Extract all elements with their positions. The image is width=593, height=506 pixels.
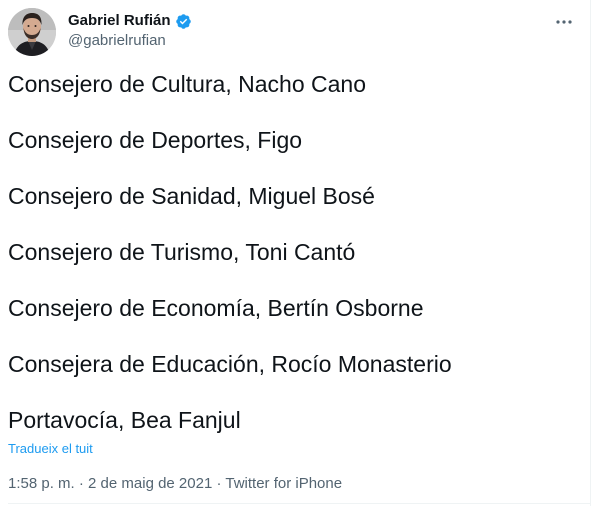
tweet-line: Consejera de Educación, Rocío Monasterio <box>8 351 452 377</box>
more-dots-icon[interactable] <box>554 12 574 32</box>
avatar-photo-icon <box>8 8 56 56</box>
avatar[interactable] <box>8 8 56 56</box>
tweet-line: Consejero de Economía, Bertín Osborne <box>8 295 424 321</box>
name-row: Gabriel Rufián <box>68 11 192 31</box>
verified-badge-icon <box>175 13 192 30</box>
tweet-text: Consejero de Cultura, Nacho Cano Conseje… <box>8 70 578 434</box>
divider <box>8 503 590 504</box>
handle[interactable]: @gabrielrufian <box>68 31 192 51</box>
tweet-line: Consejero de Deportes, Figo <box>8 127 303 153</box>
tweet-line: Consejero de Turismo, Toni Cantó <box>8 239 356 265</box>
translate-tweet-link[interactable]: Tradueix el tuit <box>8 441 93 457</box>
tweet-timestamp[interactable]: 1:58 p. m. · 2 de maig de 2021 · Twitter… <box>8 474 342 494</box>
tweet-line: Consejero de Sanidad, Miguel Bosé <box>8 183 375 209</box>
tweet-card: Gabriel Rufián @gabrielrufian Consejero … <box>0 0 591 506</box>
tweet-line: Consejero de Cultura, Nacho Cano <box>8 71 366 97</box>
display-name[interactable]: Gabriel Rufián <box>68 11 171 31</box>
tweet-line: Portavocía, Bea Fanjul <box>8 407 241 433</box>
author-block: Gabriel Rufián @gabrielrufian <box>68 11 192 51</box>
